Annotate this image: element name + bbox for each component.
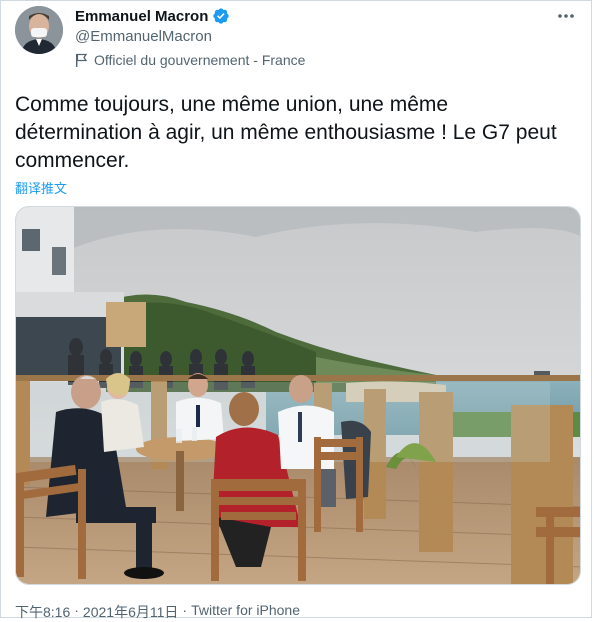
government-label: Officiel du gouvernement - France: [75, 52, 305, 68]
government-label-text[interactable]: Officiel du gouvernement - France: [94, 52, 305, 68]
tweet-source[interactable]: Twitter for iPhone: [191, 602, 300, 622]
tweet-text: Comme toujours, une même union, une même…: [15, 93, 557, 172]
g7-terrace-photo: [16, 207, 580, 584]
author-name-row: Emmanuel Macron: [75, 7, 230, 25]
author-name[interactable]: Emmanuel Macron: [75, 8, 208, 25]
verified-badge-icon: [213, 8, 230, 24]
meta-separator: ·: [74, 602, 79, 618]
tweet-time[interactable]: 下午8:16: [15, 602, 70, 622]
meta-separator: ·: [182, 602, 188, 618]
avatar[interactable]: [15, 6, 63, 54]
more-options-icon: [558, 14, 574, 18]
tweet-card: Emmanuel Macron @EmmanuelMacron Officiel…: [0, 0, 592, 620]
more-options-button[interactable]: [555, 7, 577, 25]
tweet-meta: 下午8:16 · 2021年6月11日 · Twitter for iPhone: [15, 602, 300, 622]
tweet-date[interactable]: 2021年6月11日: [83, 602, 178, 622]
author-handle[interactable]: @EmmanuelMacron: [75, 28, 212, 45]
tweet-photo[interactable]: [15, 206, 581, 585]
flag-icon: [76, 53, 88, 67]
translate-tweet-link[interactable]: 翻译推文: [15, 178, 67, 197]
